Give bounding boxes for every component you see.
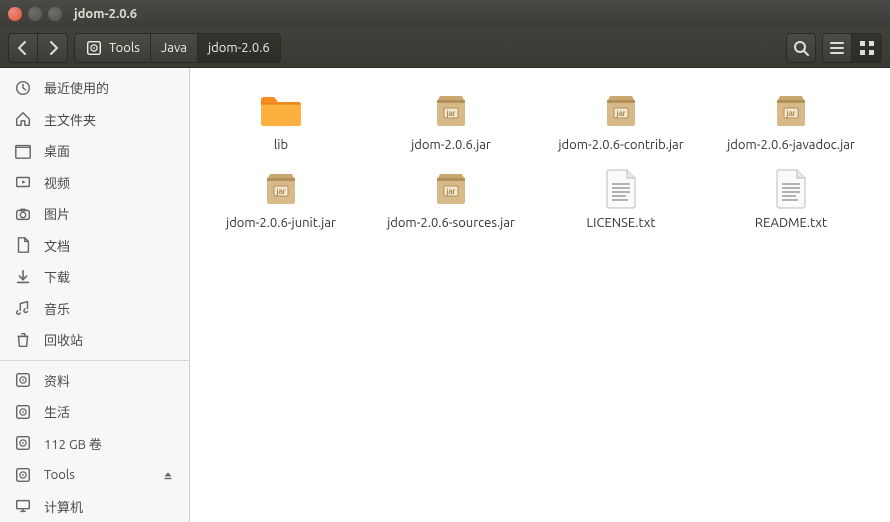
sidebar-place-item[interactable]: 资料 <box>0 364 189 396</box>
download-icon <box>14 268 32 286</box>
sidebar-item-label: 图片 <box>44 204 70 223</box>
file-name-label: jdom-2.0.6-contrib.jar <box>558 138 683 154</box>
sidebar-place-item[interactable]: 文档 <box>0 230 189 262</box>
sidebar-item-label: 下载 <box>44 267 70 286</box>
sidebar-place-item[interactable]: 回收站 <box>0 324 189 356</box>
file-name-label: jdom-2.0.6.jar <box>411 138 491 154</box>
file-name-label: jdom-2.0.6-sources.jar <box>387 216 515 232</box>
file-item[interactable]: jdom-2.0.6-junit.jar <box>196 162 366 240</box>
sidebar-item-label: 桌面 <box>44 141 70 160</box>
sidebar-place-item[interactable]: 生活 <box>0 396 189 428</box>
sidebar-item-label: 音乐 <box>44 299 70 318</box>
clock-icon <box>14 79 32 97</box>
file-item[interactable]: lib <box>196 84 366 162</box>
icon-view-button[interactable] <box>852 33 882 63</box>
sidebar-place-item[interactable]: 音乐 <box>0 293 189 325</box>
breadcrumb-segment[interactable]: jdom-2.0.6 <box>198 34 280 62</box>
music-icon <box>14 299 32 317</box>
sidebar-item-label: 回收站 <box>44 330 83 349</box>
file-name-label: LICENSE.txt <box>587 216 656 232</box>
sidebar-item-label: 最近使用的 <box>44 78 109 97</box>
disk-icon <box>14 466 32 484</box>
jar-icon <box>427 86 475 134</box>
sidebar-place-item[interactable]: 主文件夹 <box>0 104 189 136</box>
window-title: jdom-2.0.6 <box>74 7 137 21</box>
video-icon <box>14 173 32 191</box>
camera-icon <box>14 205 32 223</box>
sidebar-separator <box>0 360 189 361</box>
sidebar-place-item[interactable]: 计算机 <box>0 490 189 522</box>
jar-icon <box>427 164 475 212</box>
sidebar-item-label: 视频 <box>44 173 70 192</box>
window-close-button[interactable] <box>8 7 22 21</box>
eject-button[interactable] <box>161 468 175 482</box>
file-name-label: jdom-2.0.6-junit.jar <box>226 216 336 232</box>
sidebar-item-label: 文档 <box>44 236 70 255</box>
sidebar-item-label: 资料 <box>44 371 70 390</box>
trash-icon <box>14 331 32 349</box>
nav-history-group <box>8 33 68 63</box>
path-breadcrumb: ToolsJavajdom-2.0.6 <box>74 33 281 63</box>
sidebar-place-item[interactable]: 视频 <box>0 167 189 199</box>
text-icon <box>597 164 645 212</box>
file-pane[interactable]: lib jdom-2.0.6.jar jdom-2.0.6-contrib.jar j… <box>190 68 890 522</box>
file-name-label: lib <box>274 138 288 154</box>
sidebar-place-item[interactable]: 图片 <box>0 198 189 230</box>
grid-icon <box>857 38 877 58</box>
file-item[interactable]: README.txt <box>706 162 876 240</box>
sidebar-item-label: Tools <box>44 468 75 482</box>
chevron-right-icon <box>43 38 63 58</box>
home-icon <box>14 110 32 128</box>
toolbar: ToolsJavajdom-2.0.6 <box>0 28 890 68</box>
sidebar-item-label: 生活 <box>44 402 70 421</box>
file-item[interactable]: jdom-2.0.6-contrib.jar <box>536 84 706 162</box>
sidebar-item-label: 主文件夹 <box>44 110 96 129</box>
file-item[interactable]: jdom-2.0.6.jar <box>366 84 536 162</box>
file-item[interactable]: LICENSE.txt <box>536 162 706 240</box>
file-name-label: README.txt <box>755 216 827 232</box>
sidebar-item-label: 计算机 <box>44 497 83 516</box>
sidebar-place-item[interactable]: Tools <box>0 459 189 491</box>
folder-icon <box>257 86 305 134</box>
back-button[interactable] <box>8 33 38 63</box>
breadcrumb-segment[interactable]: Java <box>151 34 198 62</box>
breadcrumb-root[interactable]: Tools <box>75 34 151 62</box>
computer-icon <box>14 497 32 515</box>
titlebar: jdom-2.0.6 <box>0 0 890 28</box>
list-icon <box>827 38 847 58</box>
disk-icon <box>14 434 32 452</box>
list-view-button[interactable] <box>822 33 852 63</box>
file-name-label: jdom-2.0.6-javadoc.jar <box>727 138 855 154</box>
sidebar-place-item[interactable]: 最近使用的 <box>0 72 189 104</box>
desktop-icon <box>14 142 32 160</box>
jar-icon <box>257 164 305 212</box>
window-maximize-button[interactable] <box>48 7 62 21</box>
disk-icon <box>14 371 32 389</box>
disk-icon <box>85 39 103 57</box>
view-mode-group <box>822 33 882 63</box>
document-icon <box>14 236 32 254</box>
sidebar-place-item[interactable]: 112 GB 卷 <box>0 427 189 459</box>
chevron-left-icon <box>13 38 33 58</box>
jar-icon <box>597 86 645 134</box>
search-icon <box>791 38 811 58</box>
jar-icon <box>767 86 815 134</box>
text-icon <box>767 164 815 212</box>
window-minimize-button[interactable] <box>28 7 42 21</box>
sidebar-place-item[interactable]: 桌面 <box>0 135 189 167</box>
file-item[interactable]: jdom-2.0.6-sources.jar <box>366 162 536 240</box>
sidebar-place-item[interactable]: 下载 <box>0 261 189 293</box>
places-sidebar: 最近使用的主文件夹桌面视频图片文档下载音乐回收站资料生活 112 GB 卷 Tool… <box>0 68 190 522</box>
sidebar-item-label: 112 GB 卷 <box>44 434 102 453</box>
forward-button[interactable] <box>38 33 68 63</box>
file-item[interactable]: jdom-2.0.6-javadoc.jar <box>706 84 876 162</box>
file-grid: lib jdom-2.0.6.jar jdom-2.0.6-contrib.jar j… <box>196 84 884 239</box>
search-button[interactable] <box>786 33 816 63</box>
disk-icon <box>14 403 32 421</box>
